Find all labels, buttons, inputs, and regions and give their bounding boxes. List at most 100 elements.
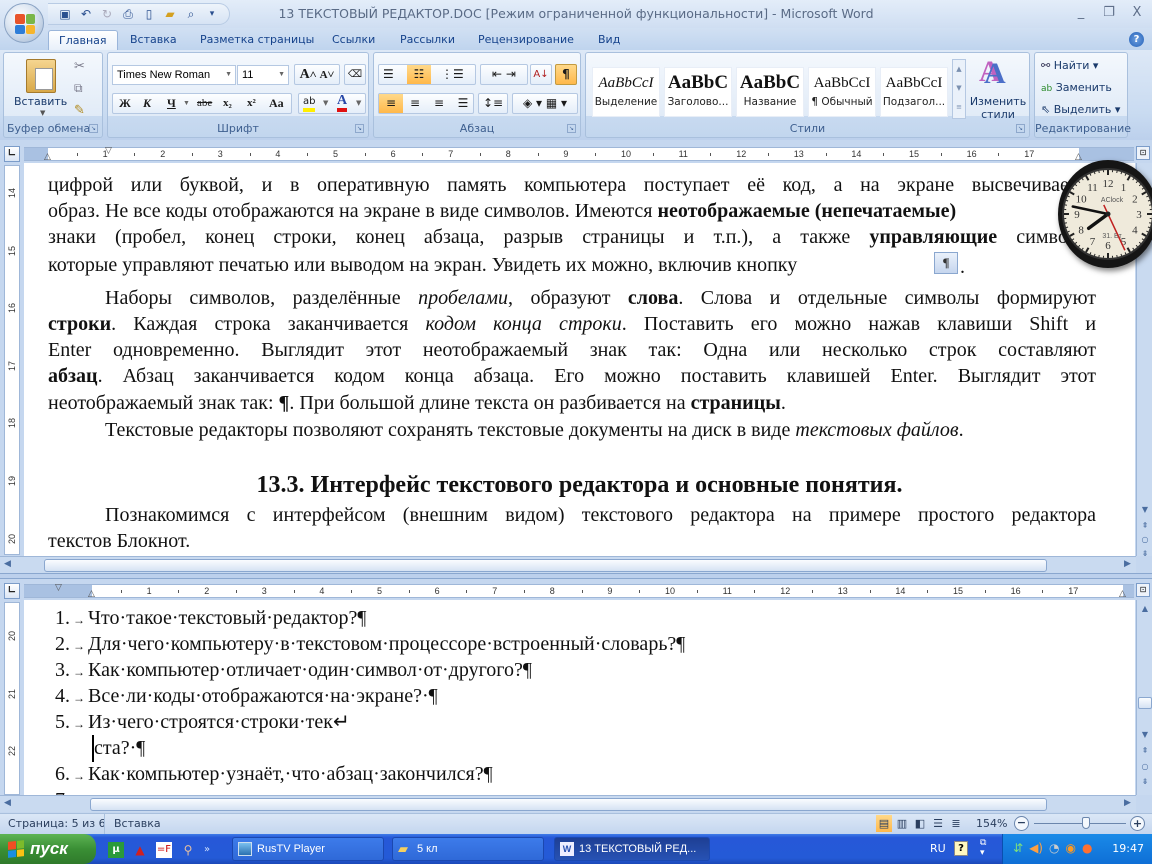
strikethrough-button[interactable]: abe xyxy=(197,94,212,113)
list-item[interactable]: 4. → Все·ли·коды·отображаются·на·экране?… xyxy=(55,683,438,712)
chevron-down-icon[interactable]: ▼ xyxy=(356,94,361,113)
scroll-right-icon[interactable]: ▶ xyxy=(1124,559,1131,569)
tab-view[interactable]: Вид xyxy=(588,30,630,50)
horizontal-ruler-bottom[interactable]: ∟ 1 2 3 4 5 6 7 8 9 10 11 12 13 14 15 16 17 ▽ △ △ ⊡ xyxy=(0,582,1152,600)
scroll-up-icon[interactable]: ▲ xyxy=(1138,602,1152,616)
save-icon[interactable]: ▣ xyxy=(56,5,74,23)
scroll-thumb[interactable] xyxy=(44,559,1047,572)
change-styles-button[interactable]: Изменить стили xyxy=(968,95,1028,121)
antivirus-icon[interactable]: ◔ xyxy=(1049,841,1059,855)
horizontal-scrollbar-bottom[interactable]: ◀ ▶ xyxy=(0,795,1136,812)
select-browse-object-icon[interactable]: ○ xyxy=(1138,533,1152,547)
new-document-icon[interactable]: ▯ xyxy=(140,5,158,23)
more-chevron-icon[interactable]: » xyxy=(204,842,210,858)
network-icon[interactable]: ⚲ xyxy=(180,842,196,858)
hanging-indent-marker[interactable]: △ xyxy=(88,589,95,599)
restore-button[interactable]: ❐ xyxy=(1100,4,1118,22)
open-folder-icon[interactable]: ▰ xyxy=(161,5,179,23)
taskbar-button-rustv[interactable]: RusTV Player xyxy=(232,837,384,861)
tab-selector[interactable]: ∟ xyxy=(4,146,20,162)
copy-icon[interactable]: ⧉ xyxy=(74,81,83,96)
full-screen-reading-icon[interactable]: ▥ xyxy=(894,815,910,832)
list-item[interactable]: 6. → Как·компьютер·узнаёт,·что·абзац·зак… xyxy=(55,761,493,790)
line-spacing-icon[interactable]: ↕≡ xyxy=(478,93,508,114)
document-pane-top[interactable]: цифрой или буквой, и в оперативную памят… xyxy=(24,163,1135,556)
clear-formatting-icon[interactable]: ⌫ xyxy=(344,64,366,85)
document-pane-bottom[interactable]: 1. → Что·такое·текстовый·редактор?¶ 2. → … xyxy=(24,600,1135,795)
app-tray-icon[interactable]: ● xyxy=(1082,841,1092,855)
style-normal[interactable]: AaBbCcI ¶ Обычный xyxy=(808,67,876,117)
paste-button[interactable]: Вставить xyxy=(14,95,67,108)
app-icon[interactable]: =F xyxy=(156,842,172,858)
horizontal-scrollbar-top[interactable]: ◀ ▶ xyxy=(0,556,1136,573)
show-marks-button[interactable]: ¶ xyxy=(555,64,577,85)
tab-review[interactable]: Рецензирование xyxy=(468,30,584,50)
hanging-indent-marker[interactable]: △ xyxy=(44,152,51,162)
media-icon[interactable]: ◉ xyxy=(1065,841,1075,855)
previous-page-icon[interactable]: ⇞ xyxy=(1138,744,1152,758)
print-preview-icon[interactable]: ⌕ xyxy=(182,5,200,23)
list-item[interactable]: 2. → Для·чего·компьютеру·в·текстовом·про… xyxy=(55,631,685,660)
select-browse-object-icon[interactable]: ○ xyxy=(1138,760,1152,774)
chevron-down-icon[interactable]: ▼ xyxy=(183,94,190,113)
change-styles-icon[interactable]: A xyxy=(984,57,1006,91)
paste-icon[interactable] xyxy=(26,59,56,93)
zoom-slider-track[interactable] xyxy=(1034,823,1126,824)
scroll-left-icon[interactable]: ◀ xyxy=(4,798,11,808)
web-layout-icon[interactable]: ◧ xyxy=(912,815,928,832)
taskbar-button-folder[interactable]: ▰ 5 кл xyxy=(392,837,544,861)
align-left-icon[interactable]: ≡ xyxy=(379,94,403,113)
start-button[interactable]: пуск xyxy=(0,834,96,864)
bold-button[interactable]: Ж xyxy=(119,94,131,113)
next-page-icon[interactable]: ⇟ xyxy=(1138,547,1152,558)
superscript-button[interactable]: x² xyxy=(247,94,256,113)
multilevel-list-icon[interactable]: ⋮☰ xyxy=(441,65,464,84)
tab-insert[interactable]: Вставка xyxy=(120,30,187,50)
zoom-level[interactable]: 154% xyxy=(976,817,1007,830)
scroll-thumb[interactable] xyxy=(90,798,1047,811)
language-bar-restore-icon[interactable]: ⧉ ▾ xyxy=(980,838,986,858)
volume-icon[interactable]: ◀) xyxy=(1029,841,1043,855)
scroll-thumb[interactable] xyxy=(1138,697,1152,709)
zoom-in-button[interactable]: + xyxy=(1130,816,1145,831)
outline-view-icon[interactable]: ☰ xyxy=(930,815,946,832)
font-name-combo[interactable]: Times New Roman ▼ xyxy=(112,65,236,85)
insert-mode-indicator[interactable]: Вставка xyxy=(114,817,161,830)
horizontal-ruler-top[interactable]: ∟ 1 2 3 4 5 6 7 8 9 10 11 12 13 14 15 16 17 ▽ △ △ ⊡ xyxy=(0,145,1152,163)
utorrent-icon[interactable]: µ xyxy=(108,842,124,858)
list-item-continuation[interactable]: ста?·¶ xyxy=(92,735,145,762)
view-ruler-icon[interactable]: ⊡ xyxy=(1136,583,1150,597)
taskbar-button-word[interactable]: W 13 ТЕКСТОВЫЙ РЕД... xyxy=(554,837,710,861)
page-indicator[interactable]: Страница: 5 из 6 xyxy=(8,817,106,830)
split-bar[interactable] xyxy=(0,573,1152,579)
dialog-launcher-icon[interactable]: ↘ xyxy=(89,124,98,133)
borders-icon[interactable]: ▦ xyxy=(546,96,557,110)
close-button[interactable]: X xyxy=(1128,4,1146,22)
style-emphasis[interactable]: AaBbCcI Выделение xyxy=(592,67,660,117)
shading-icon[interactable]: ◈ xyxy=(523,96,532,110)
increase-indent-icon[interactable]: ⇥ xyxy=(506,67,516,81)
dialog-launcher-icon[interactable]: ↘ xyxy=(1016,124,1025,133)
office-button[interactable] xyxy=(4,3,44,43)
scroll-right-icon[interactable]: ▶ xyxy=(1124,798,1131,808)
style-title[interactable]: AaBbC Название xyxy=(736,67,804,117)
paste-dropdown-icon[interactable]: ▼ xyxy=(40,109,45,117)
align-center-icon[interactable]: ≡ xyxy=(403,94,427,113)
undo-icon[interactable]: ↶ xyxy=(77,5,95,23)
language-indicator[interactable]: RU xyxy=(930,842,946,855)
format-painter-icon[interactable]: ✎ xyxy=(74,103,85,118)
network-tray-icon[interactable]: ⇵ xyxy=(1013,841,1023,855)
view-ruler-icon[interactable]: ⊡ xyxy=(1136,146,1150,160)
list-item[interactable]: 5. → Из·чего·строятся·строки·тек↵ xyxy=(55,709,350,738)
list-item[interactable]: 3. → Как·компьютер·отличает·один·символ·… xyxy=(55,657,532,686)
print-layout-view-icon[interactable]: ▤ xyxy=(876,815,892,832)
style-subtitle[interactable]: AaBbCcI Подзагол... xyxy=(880,67,948,117)
clock-time[interactable]: 19:47 xyxy=(1112,842,1144,855)
replace-button[interactable]: ab Заменить xyxy=(1041,81,1112,94)
style-heading[interactable]: AaBbC Заголово... xyxy=(664,67,732,117)
italic-button[interactable]: К xyxy=(143,94,151,113)
list-item[interactable]: 1. → Что·такое·текстовый·редактор?¶ xyxy=(55,605,366,634)
dialog-launcher-icon[interactable]: ↘ xyxy=(355,124,364,133)
justify-icon[interactable]: ☰ xyxy=(451,94,475,113)
dialog-launcher-icon[interactable]: ↘ xyxy=(567,124,576,133)
